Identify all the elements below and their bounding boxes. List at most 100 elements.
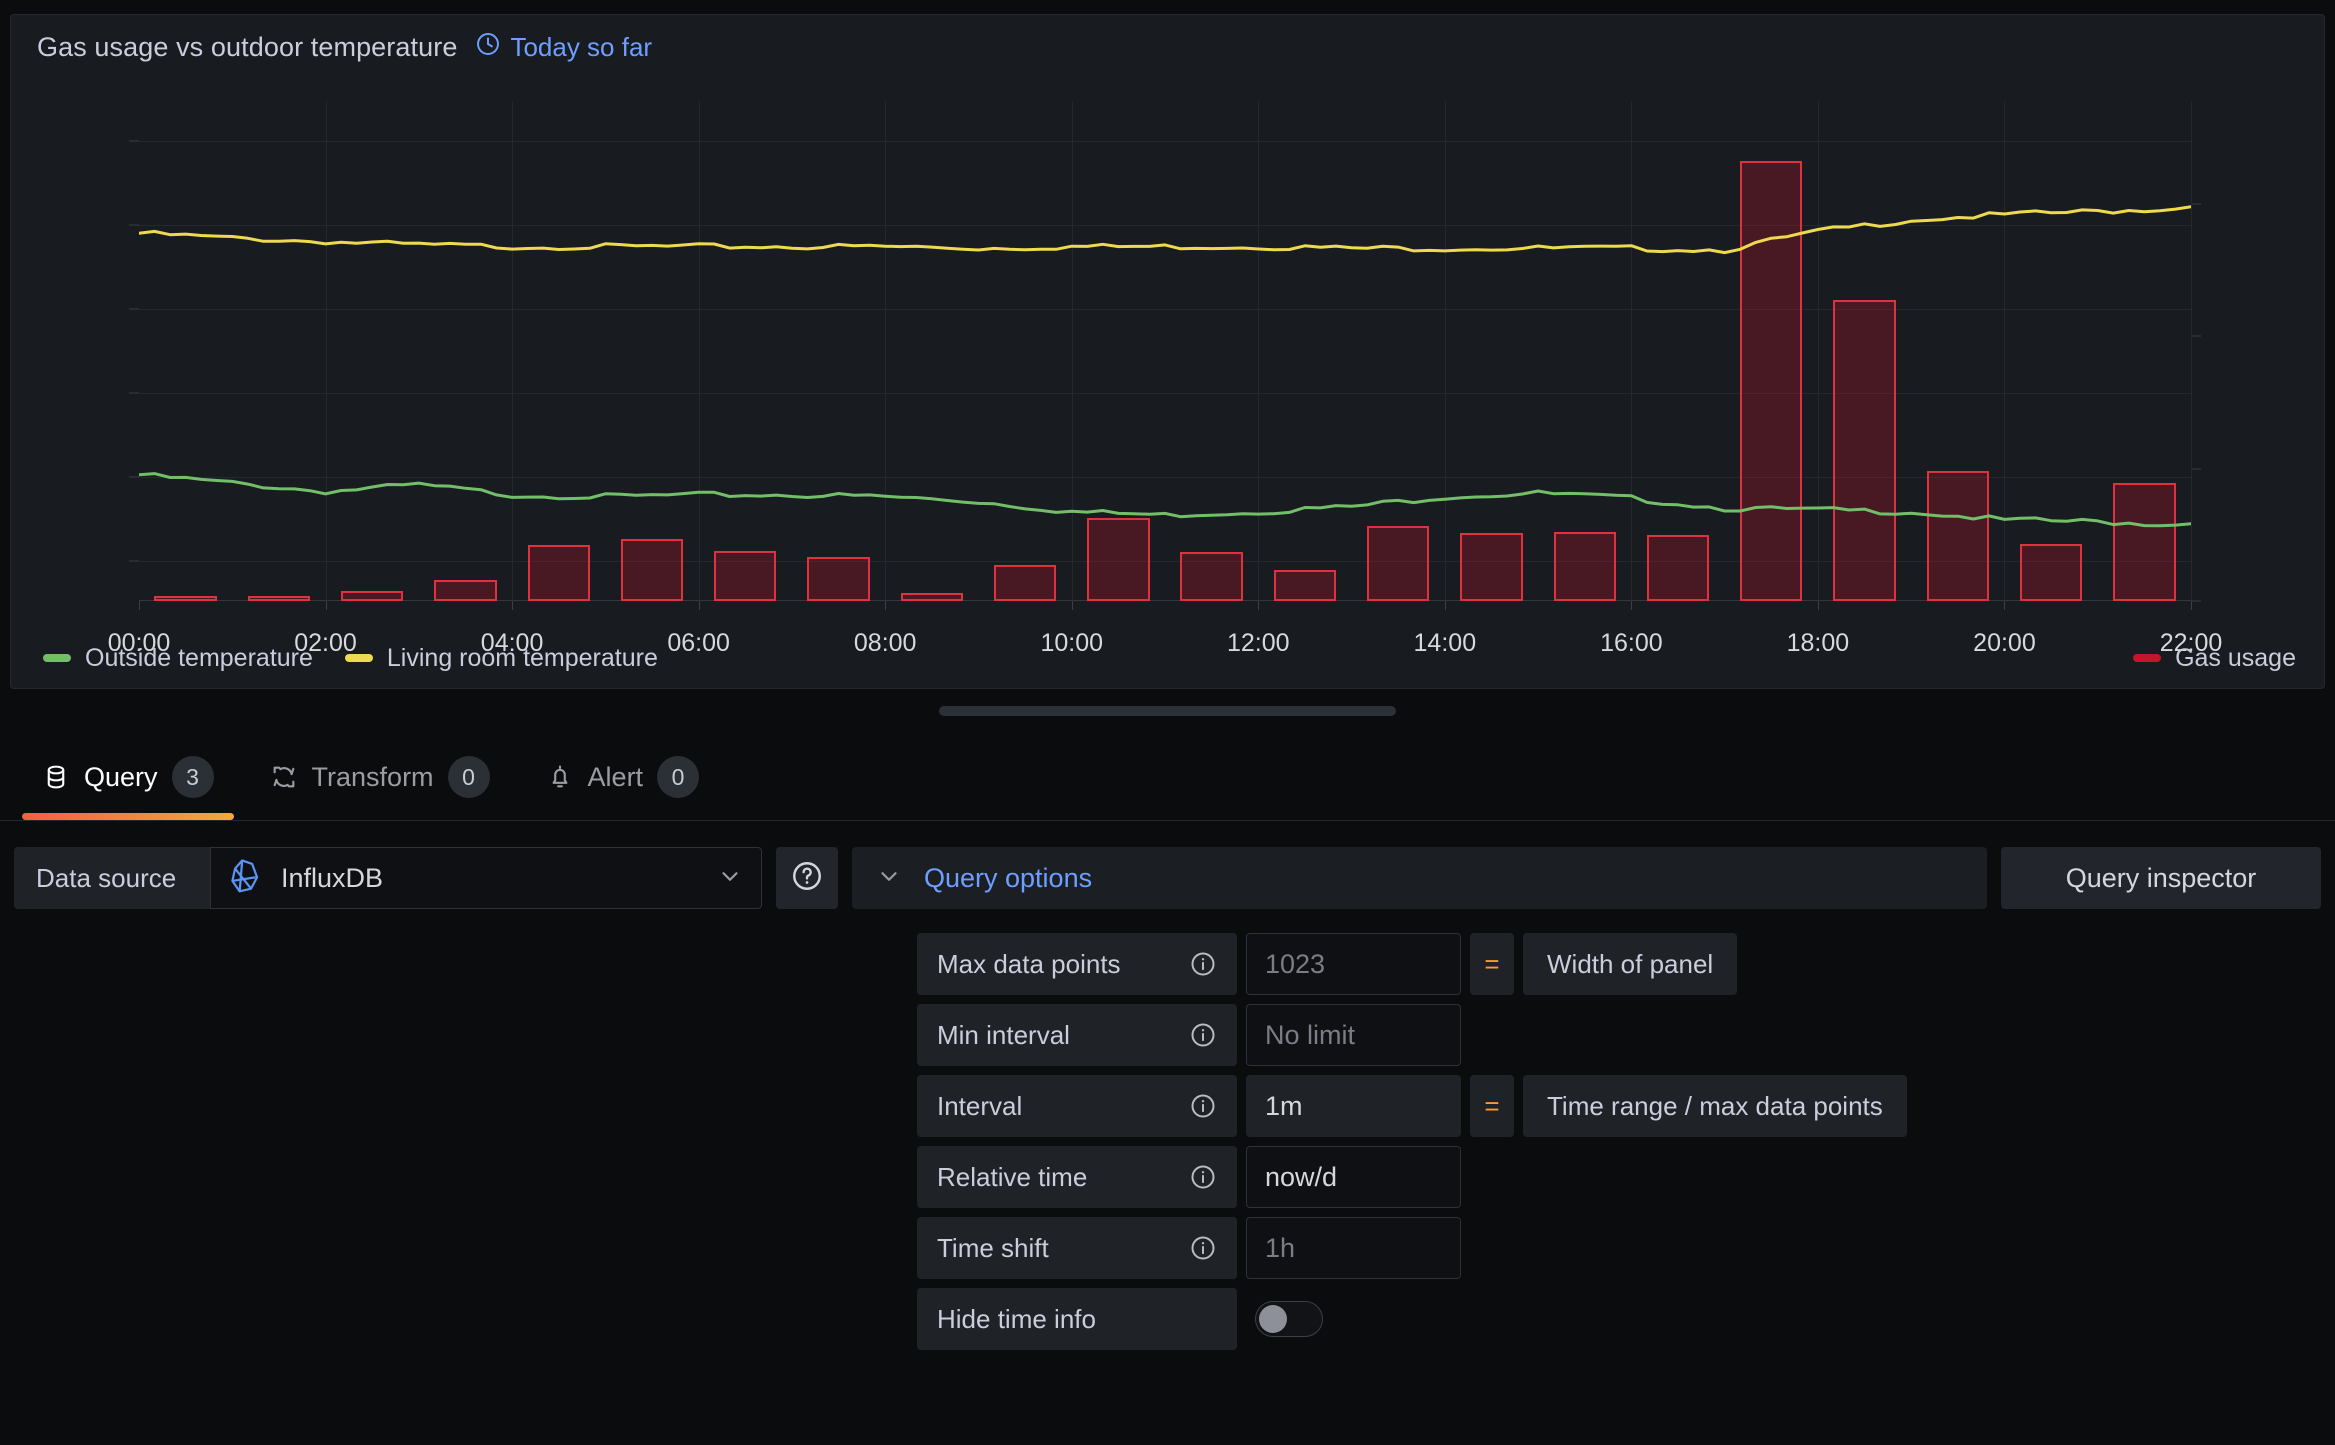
bar-gas-usage[interactable] [1646,535,1710,601]
query-options-form: Max data points 1023 = Width of panel Min in… [917,933,2321,1350]
option-label-text: Relative time [937,1161,1088,1192]
query-option-row: Max data points 1023 = Width of panel [917,933,2321,995]
bar-gas-usage[interactable] [247,596,311,601]
gridline-vertical [2191,101,2192,601]
query-options-toggle[interactable]: Query options [852,847,1987,909]
database-icon [42,763,70,791]
panel-time-info[interactable]: Today so far [475,31,652,64]
gridline-vertical [325,101,327,601]
y-axis-left-tickmark [129,140,139,142]
legend-item[interactable]: Living room temperature [344,643,658,673]
legend-item[interactable]: Gas usage [2133,644,2296,673]
info-circle-icon[interactable] [1189,1092,1217,1120]
legend-item[interactable]: Outside temperature [43,644,313,673]
chevron-down-icon [717,863,743,894]
gridline-vertical [885,101,887,601]
y-axis-right-tickmark [2191,468,2201,470]
legend-left-group: Outside temperature Living room temperatu… [43,644,658,673]
panel-time-info-label: Today so far [510,31,653,62]
bar-gas-usage[interactable] [1926,471,1990,601]
gridline-vertical [698,101,700,601]
query-inspector-button[interactable]: Query inspector [2001,847,2321,909]
splitter-handle[interactable] [939,706,1396,716]
bar-gas-usage[interactable] [1740,160,1803,601]
option-label-text: Interval [937,1090,1023,1121]
tab-transform[interactable]: Transform 0 [242,756,518,820]
x-axis-tickmark [1631,601,1633,610]
legend-color-swatch [2133,654,2162,662]
y-axis-right-tickmark [2191,600,2201,602]
option-input-min-interval[interactable]: No limit [1246,1004,1461,1066]
bar-gas-usage[interactable] [620,538,684,601]
bar-gas-usage[interactable] [714,550,777,601]
tab-query[interactable]: Query 3 [14,756,242,820]
bar-gas-usage[interactable] [154,596,217,601]
option-label-text: Min interval [937,1019,1070,1050]
bar-gas-usage[interactable] [900,593,964,601]
tab-alert[interactable]: Alert 0 [518,756,728,820]
query-option-row: Time shift 1h [917,1217,2321,1279]
option-label-interval: Interval [917,1075,1237,1137]
info-circle-icon[interactable] [1189,1021,1217,1049]
plot-region[interactable]: 20 °C17.5 °C15 °C12.5 °C10 °C7.5 °C0.6 m… [108,101,2222,657]
bar-gas-usage[interactable] [2113,483,2176,601]
line-living-room-temperature [139,205,2191,255]
chart-legend: Outside temperature Living room temperatu… [11,636,2324,680]
y-axis-right-tickmark [2191,335,2201,337]
x-axis-tickmark [512,601,514,610]
tab-count-badge: 0 [657,756,700,798]
page-title: Gas usage vs outdoor temperature [37,31,458,62]
editor-tabs: Query 3 Transform 0 Alert 0 [0,735,2335,821]
bar-gas-usage[interactable] [527,544,590,601]
y-axis-left-tickmark [129,224,139,226]
toggle-knob [1259,1305,1287,1333]
option-label-text: Time shift [937,1232,1049,1263]
bar-gas-usage[interactable] [993,564,1057,601]
bar-gas-usage[interactable] [1087,518,1150,601]
query-option-row: Relative time now/d [917,1146,2321,1208]
bar-gas-usage[interactable] [1366,526,1430,601]
info-circle-icon[interactable] [1189,1163,1217,1191]
bar-gas-usage[interactable] [2019,544,2083,601]
x-axis-tickmark [325,601,327,610]
bar-gas-usage[interactable] [434,580,497,601]
bar-gas-usage[interactable] [1273,569,1337,601]
bar-gas-usage[interactable] [340,591,404,601]
option-input-max-data-points[interactable]: 1023 [1246,933,1461,995]
data-source-picker[interactable]: InfluxDB [210,847,762,909]
gridline-vertical [1444,101,1446,601]
data-source-value: InfluxDB [281,862,384,893]
legend-color-swatch [344,654,373,662]
bar-gas-usage[interactable] [1180,552,1243,601]
legend-item-label: Living room temperature [386,643,658,672]
bar-gas-usage[interactable] [1833,299,1896,601]
query-option-row: Min interval No limit [917,1004,2321,1066]
gridline-horizontal [139,225,2191,227]
legend-color-swatch [43,654,71,662]
tab-count-badge: 3 [171,756,214,798]
chart-area[interactable]: 20 °C17.5 °C15 °C12.5 °C10 °C7.5 °C0.6 m… [11,79,2324,657]
query-options-label: Query options [924,862,1093,893]
data-source-help-button[interactable] [776,847,838,909]
x-axis-tickmark [2191,601,2192,610]
bar-gas-usage[interactable] [1553,532,1616,601]
influxdb-icon [227,857,265,900]
bar-gas-usage[interactable] [1460,532,1523,601]
y-axis-left-tickmark [129,560,139,562]
info-circle-icon[interactable] [1189,1234,1217,1262]
option-input-relative-time[interactable]: now/d [1246,1146,1461,1208]
x-axis-tickmark [1071,601,1073,610]
pane-splitter[interactable] [0,697,2335,725]
hide-time-info-toggle[interactable] [1255,1301,1323,1337]
option-input-time-shift[interactable]: 1h [1246,1217,1461,1279]
x-axis-tickmark [139,601,140,610]
option-label-max-data-points: Max data points [917,933,1237,995]
x-axis-tickmark [698,601,700,610]
gridline-vertical [2004,101,2006,601]
data-source-row: Data source InfluxDB Query options Query… [14,847,2321,909]
bell-icon [546,763,574,791]
info-circle-icon[interactable] [1189,950,1217,978]
bar-gas-usage[interactable] [807,556,870,601]
clock-icon [475,31,501,64]
option-equals-sign: = [1470,1075,1514,1137]
